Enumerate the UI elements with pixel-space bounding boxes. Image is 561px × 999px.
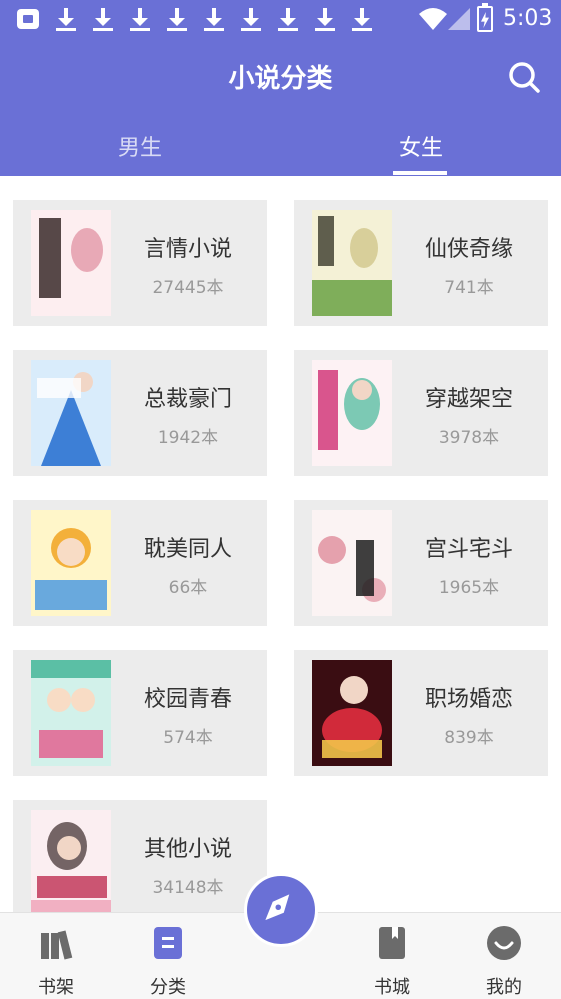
wifi-icon bbox=[419, 8, 447, 30]
book-cover-image bbox=[31, 360, 111, 466]
category-count: 3978本 bbox=[438, 428, 500, 448]
download-icon bbox=[351, 6, 373, 32]
book-cover-image bbox=[31, 810, 111, 916]
download-icon bbox=[203, 6, 225, 32]
download-icon bbox=[55, 6, 77, 32]
category-count: 1942本 bbox=[157, 428, 219, 448]
download-icon bbox=[277, 6, 299, 32]
book-cover-image bbox=[312, 660, 392, 766]
page-title: 小说分类 bbox=[228, 64, 333, 94]
category-count: 574本 bbox=[163, 728, 213, 748]
nav-label: 书架 bbox=[38, 977, 74, 998]
nav-label: 书城 bbox=[374, 977, 410, 998]
category-count: 1965本 bbox=[438, 578, 500, 598]
download-icon bbox=[129, 6, 151, 32]
book-cover-image bbox=[312, 360, 392, 466]
book-cover-image bbox=[31, 210, 111, 316]
nav-bookstore[interactable]: 书城 bbox=[347, 913, 437, 999]
book-cover-image bbox=[31, 660, 111, 766]
tab-female[interactable]: 女生 bbox=[361, 130, 481, 162]
category-card-ceo[interactable]: 总裁豪门 1942本 bbox=[13, 350, 267, 476]
book-cover-image bbox=[31, 510, 111, 616]
category-card-workplace[interactable]: 职场婚恋 839本 bbox=[294, 650, 548, 776]
nav-profile[interactable]: 我的 bbox=[459, 913, 549, 999]
category-icon bbox=[154, 927, 182, 959]
category-count: 741本 bbox=[444, 278, 494, 298]
nav-bookshelf[interactable]: 书架 bbox=[11, 913, 101, 999]
app-header: 5:03 小说分类 男生 女生 bbox=[0, 0, 561, 176]
category-card-romance[interactable]: 言情小说 27445本 bbox=[13, 200, 267, 326]
category-title: 职场婚恋 bbox=[424, 687, 513, 712]
category-title: 总裁豪门 bbox=[143, 387, 232, 412]
category-title: 言情小说 bbox=[143, 237, 232, 262]
nav-label: 分类 bbox=[150, 977, 186, 998]
category-count: 27445本 bbox=[152, 278, 224, 298]
profile-icon bbox=[487, 926, 521, 960]
download-icon bbox=[166, 6, 188, 32]
tab-male[interactable]: 男生 bbox=[80, 130, 200, 162]
category-title: 其他小说 bbox=[143, 837, 232, 862]
category-title: 校园青春 bbox=[143, 687, 232, 712]
download-icon bbox=[92, 6, 114, 32]
nav-discover-button[interactable] bbox=[244, 873, 318, 947]
search-icon[interactable] bbox=[507, 60, 543, 96]
app-notification-icon bbox=[17, 9, 39, 29]
status-bar: 5:03 bbox=[0, 0, 561, 40]
nav-label: 我的 bbox=[486, 977, 522, 998]
category-card-time-travel[interactable]: 穿越架空 3978本 bbox=[294, 350, 548, 476]
nav-category[interactable]: 分类 bbox=[123, 913, 213, 999]
category-title: 宫斗宅斗 bbox=[424, 537, 513, 562]
bookshelf-icon bbox=[41, 930, 73, 960]
category-card-campus[interactable]: 校园青春 574本 bbox=[13, 650, 267, 776]
category-card-other[interactable]: 其他小说 34148本 bbox=[13, 800, 267, 926]
category-title: 耽美同人 bbox=[143, 537, 232, 562]
download-icon bbox=[314, 6, 336, 32]
category-count: 66本 bbox=[168, 578, 208, 598]
category-count: 839本 bbox=[444, 728, 494, 748]
category-card-palace[interactable]: 宫斗宅斗 1965本 bbox=[294, 500, 548, 626]
category-count: 34148本 bbox=[152, 878, 224, 898]
bookstore-icon bbox=[379, 927, 405, 959]
compass-icon bbox=[265, 894, 290, 921]
signal-icon bbox=[448, 8, 470, 30]
status-time: 5:03 bbox=[503, 6, 553, 31]
battery-charging-icon bbox=[477, 3, 493, 32]
active-tab-indicator bbox=[393, 171, 447, 175]
category-title: 穿越架空 bbox=[424, 387, 513, 412]
category-title: 仙侠奇缘 bbox=[424, 237, 513, 262]
book-cover-image bbox=[312, 510, 392, 616]
book-cover-image bbox=[312, 210, 392, 316]
download-icon bbox=[240, 6, 262, 32]
category-card-bl[interactable]: 耽美同人 66本 bbox=[13, 500, 267, 626]
category-card-xianxia[interactable]: 仙侠奇缘 741本 bbox=[294, 200, 548, 326]
